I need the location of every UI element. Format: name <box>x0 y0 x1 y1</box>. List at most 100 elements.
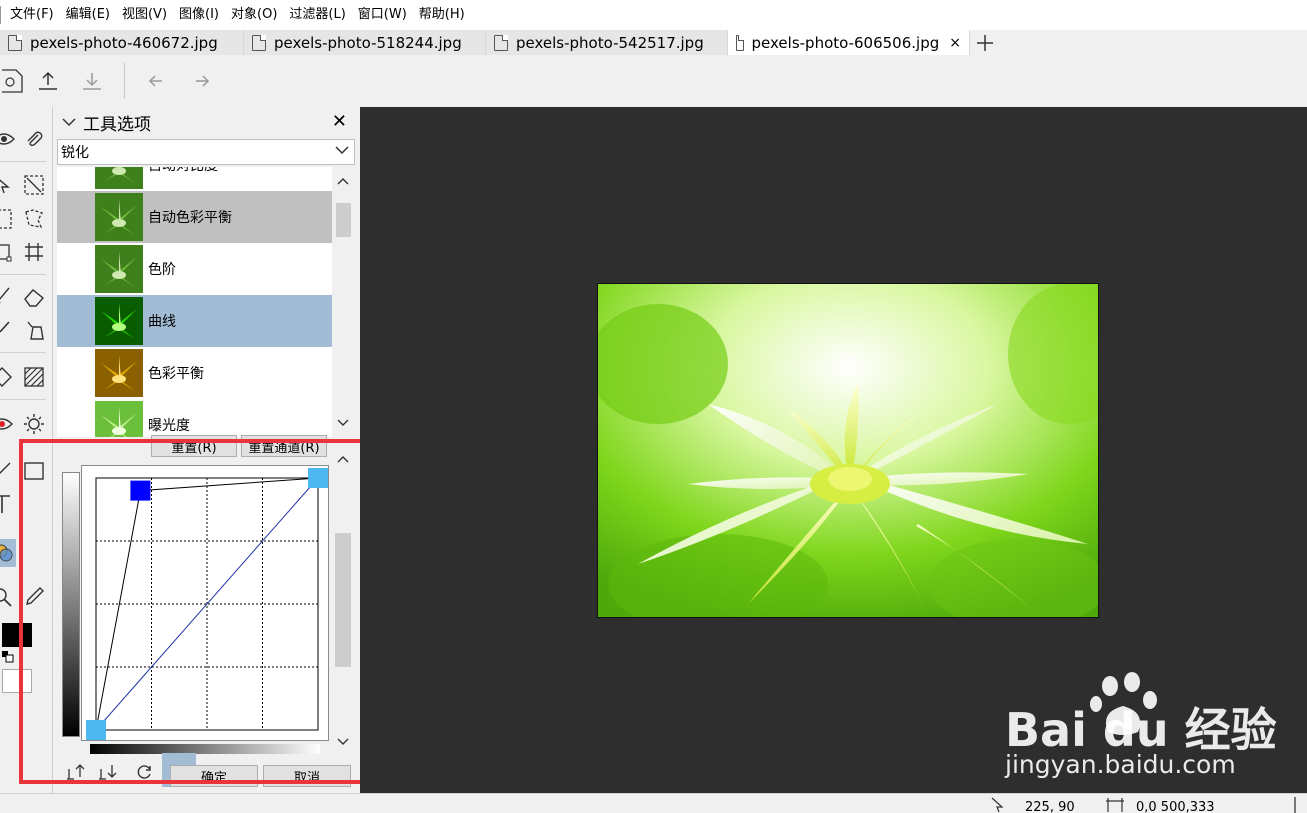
preset-label: 自动色彩平衡 <box>148 210 232 226</box>
adjustment-select[interactable]: 锐化 <box>57 139 355 165</box>
main-toolbar <box>0 55 1307 107</box>
curve-control-point[interactable] <box>130 480 151 501</box>
tool-strip <box>0 107 53 793</box>
undo-icon[interactable] <box>135 59 179 103</box>
transform-icon[interactable] <box>0 240 14 264</box>
new-image-button[interactable] <box>0 59 26 103</box>
adjustment-preset-list: 自动对比度自动色彩平衡色阶曲线色彩平衡曝光度 <box>57 167 332 437</box>
document-tab-active[interactable]: pexels-photo-606506.jpg × <box>728 30 970 55</box>
brush-icon[interactable] <box>0 285 14 309</box>
load-curve-icon[interactable] <box>65 761 87 783</box>
preset-thumbnail <box>95 401 143 437</box>
color-adjust-tool-icon[interactable] <box>0 539 16 567</box>
document-tab-bar: pexels-photo-460672.jpg pexels-photo-518… <box>0 30 1307 55</box>
crop-grid-icon[interactable] <box>22 240 46 264</box>
reset-channel-button[interactable]: 重置通道(R) <box>241 435 327 457</box>
menu-bar: 文件(F) 编辑(E) 视图(V) 图像(I) 对象(O) 过滤器(L) 窗口(… <box>0 0 1307 30</box>
close-tab-icon[interactable]: × <box>949 35 961 51</box>
menu-view[interactable]: 视图(V) <box>116 0 173 30</box>
baidu-watermark: Bai du 经验 jingyan.baidu.com <box>1005 672 1305 782</box>
panel-close-icon[interactable]: ✕ <box>332 111 347 132</box>
rectangle-shape-icon[interactable] <box>22 459 46 483</box>
line-tool-icon[interactable] <box>0 459 14 483</box>
preset-item[interactable]: 自动色彩平衡 <box>57 191 332 243</box>
rect-select-icon[interactable] <box>0 207 14 231</box>
new-tab-icon[interactable] <box>970 30 1000 55</box>
menu-file[interactable]: 文件(F) <box>4 0 60 30</box>
brightness-icon[interactable] <box>22 412 46 436</box>
curve-control-point[interactable] <box>308 468 328 488</box>
cancel-button[interactable]: 取消 <box>263 765 351 787</box>
menu-filters[interactable]: 过滤器(L) <box>283 0 351 30</box>
watermark-url: jingyan.baidu.com <box>1005 750 1236 779</box>
refresh-icon[interactable] <box>133 761 155 783</box>
tool-separator <box>0 399 46 400</box>
export-icon[interactable] <box>26 59 70 103</box>
pattern-fill-icon[interactable] <box>22 365 46 389</box>
lasso-select-icon[interactable] <box>22 207 46 231</box>
selection-size-icon <box>1105 797 1125 813</box>
tool-separator <box>0 161 46 162</box>
cursor-position: 225, 90 <box>1025 800 1075 813</box>
preset-list-scrollbar[interactable] <box>332 167 355 437</box>
reset-button[interactable]: 重置(R) <box>151 435 237 457</box>
tab-label: pexels-photo-518244.jpg <box>274 33 462 52</box>
eraser-icon[interactable] <box>22 285 46 309</box>
panel-title: 工具选项 <box>83 114 151 135</box>
preset-thumbnail <box>95 349 143 397</box>
tool-separator <box>0 274 46 275</box>
menu-image[interactable]: 图像(I) <box>173 0 225 30</box>
save-curve-icon[interactable] <box>97 761 119 783</box>
image-file-icon <box>252 34 266 51</box>
menu-window[interactable]: 窗口(W) <box>352 0 413 30</box>
document-tab[interactable]: pexels-photo-518244.jpg <box>244 30 486 55</box>
eye-icon[interactable] <box>0 127 16 151</box>
preset-thumbnail <box>95 245 143 293</box>
paperclip-icon[interactable] <box>22 127 46 151</box>
image-file-icon <box>494 34 508 51</box>
curve-graph[interactable] <box>81 465 329 741</box>
preset-item[interactable]: 曝光度 <box>57 399 332 437</box>
menu-edit[interactable]: 编辑(E) <box>60 0 116 30</box>
smudge-icon[interactable] <box>0 318 14 342</box>
tab-label: pexels-photo-460672.jpg <box>30 33 218 52</box>
crop-diagonal-icon[interactable] <box>22 173 46 197</box>
shape-diamond-icon[interactable] <box>0 365 14 389</box>
swap-colors-icon[interactable] <box>2 651 14 663</box>
tab-label: pexels-photo-606506.jpg <box>751 33 940 52</box>
document-tab[interactable]: pexels-photo-460672.jpg <box>0 30 244 55</box>
move-tool-icon[interactable] <box>0 173 14 197</box>
foreground-color-swatch[interactable] <box>2 623 32 647</box>
preset-item[interactable]: 曲线 <box>57 295 332 347</box>
selection-dimensions: 0,0 500,333 <box>1136 800 1215 813</box>
menu-help[interactable]: 帮助(H) <box>413 0 471 30</box>
zoom-icon[interactable] <box>0 585 14 609</box>
preset-item[interactable]: 自动对比度 <box>57 167 332 191</box>
preset-label: 色阶 <box>148 262 176 278</box>
canvas-area[interactable]: Bai du 经验 jingyan.baidu.com <box>360 107 1307 793</box>
image-file-icon <box>8 34 22 51</box>
redo-icon[interactable] <box>179 59 223 103</box>
canvas-image[interactable] <box>597 283 1099 618</box>
text-tool-icon[interactable] <box>0 492 14 516</box>
collapse-chevron-icon[interactable] <box>61 116 77 128</box>
ok-button[interactable]: 确定 <box>170 765 258 787</box>
preset-item[interactable]: 色阶 <box>57 243 332 295</box>
output-gradient-bar <box>62 472 80 737</box>
tab-label: pexels-photo-542517.jpg <box>516 33 704 52</box>
curve-control-point[interactable] <box>86 720 106 740</box>
resize-grip[interactable] <box>1294 797 1296 813</box>
clone-stamp-icon[interactable] <box>22 318 46 342</box>
eyedropper-icon[interactable] <box>22 585 46 609</box>
preset-item[interactable]: 色彩平衡 <box>57 347 332 399</box>
panel-header: 工具选项 ✕ <box>57 107 357 137</box>
red-eye-icon[interactable] <box>0 412 14 436</box>
document-tab[interactable]: pexels-photo-542517.jpg <box>486 30 728 55</box>
image-file-icon <box>736 34 744 51</box>
menu-object[interactable]: 对象(O) <box>225 0 283 30</box>
curves-scrollbar[interactable] <box>331 445 355 755</box>
adjustment-select-value: 锐化 <box>61 145 89 161</box>
import-icon[interactable] <box>70 59 114 103</box>
background-color-swatch[interactable] <box>2 669 32 693</box>
preset-label: 曝光度 <box>148 418 190 434</box>
